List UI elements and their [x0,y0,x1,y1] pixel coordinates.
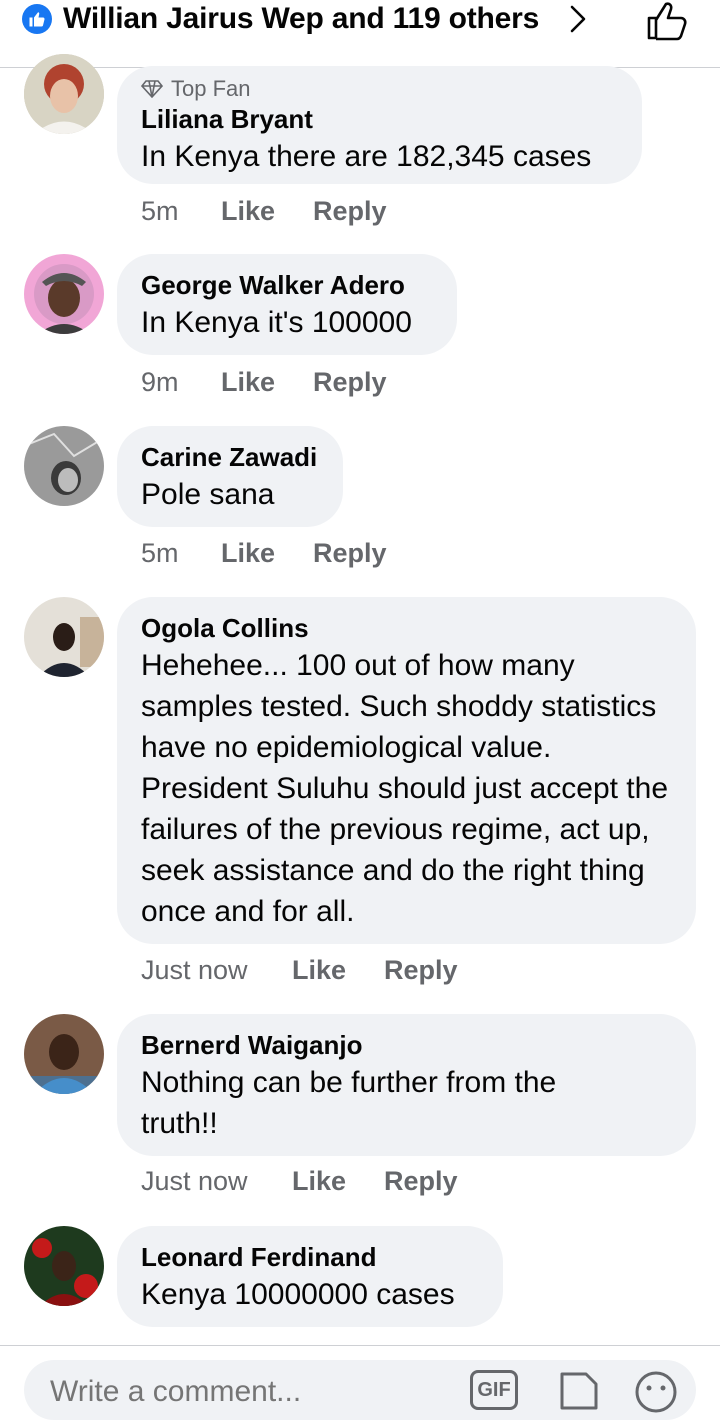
comment-author[interactable]: Ogola Collins [141,611,672,645]
reply-link[interactable]: Reply [384,1166,458,1197]
emoji-icon[interactable] [632,1368,680,1416]
comment-bubble[interactable]: Leonard Ferdinand Kenya 10000000 cases [117,1226,503,1327]
avatar[interactable] [24,254,104,334]
chevron-right-icon[interactable] [566,4,590,34]
like-link[interactable]: Like [292,1166,384,1197]
comment-text: Hehehee... 100 out of how many samples t… [141,649,669,928]
reactions-header[interactable]: Willian Jairus Wep and 119 others [0,0,720,68]
like-link[interactable]: Like [221,367,313,398]
reply-link[interactable]: Reply [313,196,387,227]
reactions-summary[interactable]: Willian Jairus Wep and 119 others [63,2,539,36]
thumbs-up-icon [22,4,52,34]
comment-author[interactable]: George Walker Adero [141,268,433,302]
comment-input[interactable] [48,1374,432,1410]
comment-bubble[interactable]: Carine Zawadi Pole sana [117,426,343,527]
comment-composer-bar: GIF [0,1345,720,1420]
avatar[interactable] [24,54,104,134]
comment-bubble[interactable]: Top Fan Liliana Bryant In Kenya there ar… [117,66,642,184]
comment-bubble[interactable]: Bernerd Waiganjo Nothing can be further … [117,1014,696,1156]
comment-time: Just now [141,1166,248,1196]
badge-label: Top Fan [171,76,251,101]
comment-time: 5m [141,196,179,226]
comment-author[interactable]: Carine Zawadi [141,440,319,474]
like-link[interactable]: Like [221,196,313,227]
gif-icon[interactable]: GIF [470,1370,518,1410]
comment-text: In Kenya there are 182,345 cases [141,140,592,173]
comment-text: Nothing can be further from the truth!! [141,1066,557,1140]
reply-link[interactable]: Reply [313,367,387,398]
avatar[interactable] [24,426,104,506]
comment-time: 5m [141,538,179,568]
comment-bubble[interactable]: George Walker Adero In Kenya it's 100000 [117,254,457,355]
comment-text: Kenya 10000000 cases [141,1278,455,1311]
comment-bubble[interactable]: Ogola Collins Hehehee... 100 out of how … [117,597,696,944]
top-fan-badge: Top Fan [141,76,618,102]
comment-author[interactable]: Leonard Ferdinand [141,1240,479,1274]
like-link[interactable]: Like [292,955,384,986]
comment-text: Pole sana [141,478,275,511]
reply-link[interactable]: Reply [313,538,387,569]
sticker-icon[interactable] [554,1368,602,1416]
avatar[interactable] [24,1014,104,1094]
like-button-icon[interactable] [644,0,690,42]
comment-author[interactable]: Bernerd Waiganjo [141,1028,672,1062]
diamond-icon [141,80,163,98]
comment-time: Just now [141,955,248,985]
avatar[interactable] [24,1226,104,1306]
reply-link[interactable]: Reply [384,955,458,986]
comment-time: 9m [141,367,179,397]
comment-text: In Kenya it's 100000 [141,306,412,339]
avatar[interactable] [24,597,104,677]
comment-author[interactable]: Liliana Bryant [141,102,618,136]
like-link[interactable]: Like [221,538,313,569]
comment-composer[interactable]: GIF [24,1360,696,1420]
